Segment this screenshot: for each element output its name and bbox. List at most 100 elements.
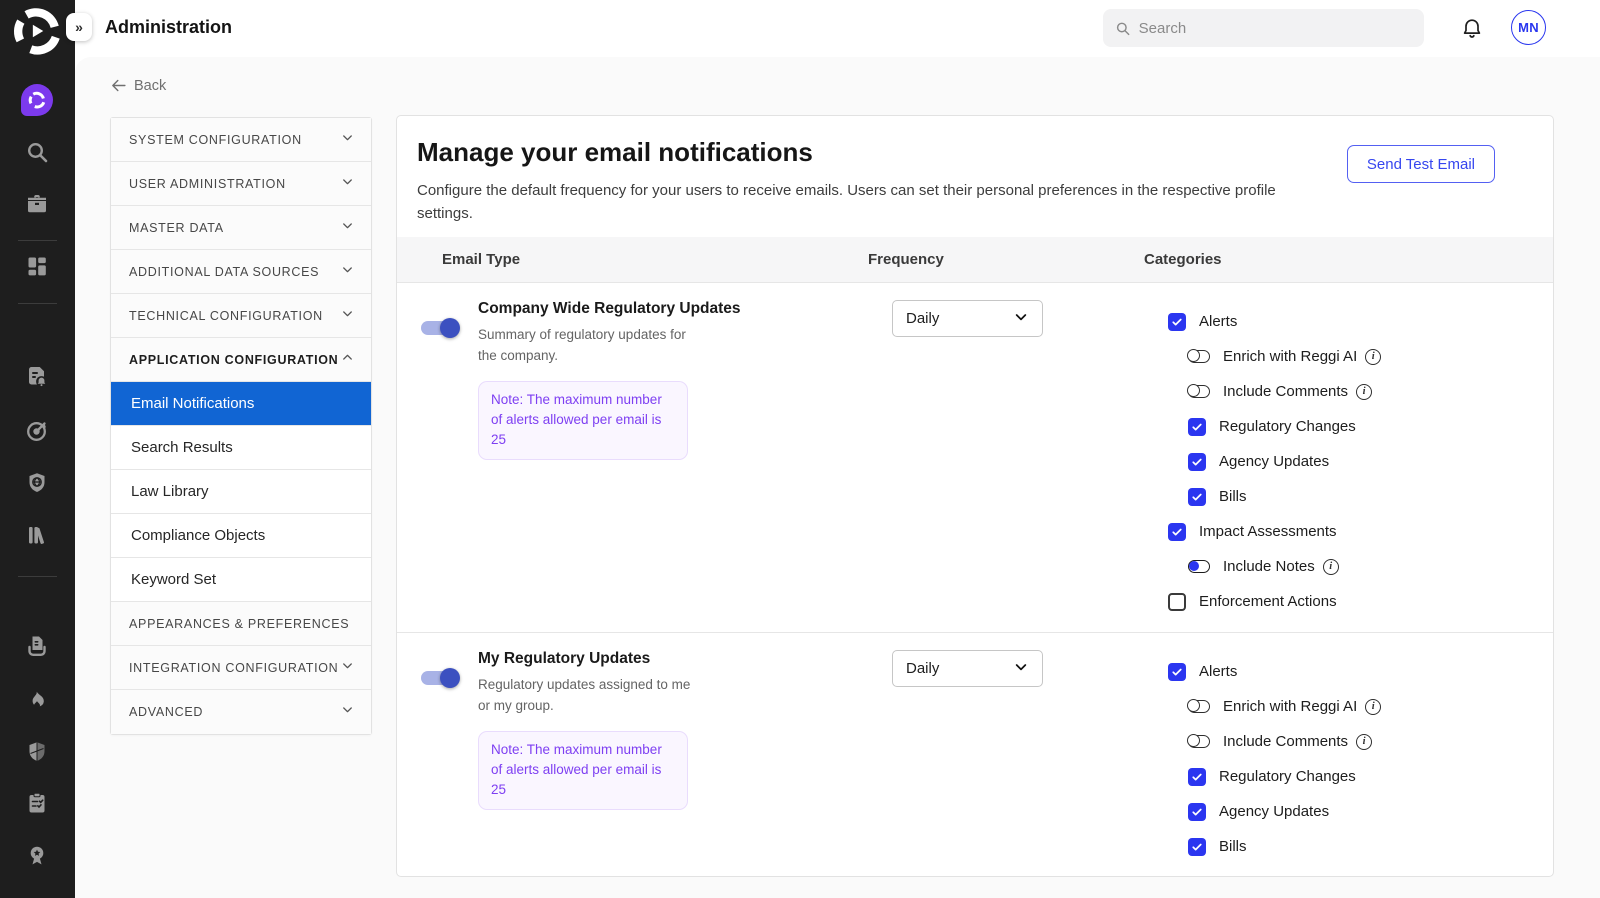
dashboard-icon[interactable] [25, 254, 49, 278]
menu-item-appearances-preferences[interactable]: APPEARANCES & PREFERENCES [111, 602, 371, 646]
back-button[interactable]: Back [110, 77, 166, 94]
award-ribbon-icon[interactable] [25, 844, 49, 868]
category-item: Include Commentsi [1168, 374, 1553, 409]
back-arrow-icon [110, 77, 127, 94]
clipboard-check-icon[interactable] [25, 791, 49, 815]
user-avatar[interactable]: MN [1511, 10, 1546, 45]
toggle-off[interactable] [1188, 385, 1210, 398]
category-item: Regulatory Changes [1168, 409, 1553, 444]
checkbox-checked[interactable] [1188, 768, 1206, 786]
info-icon[interactable]: i [1323, 559, 1339, 575]
table-header: Email Type Frequency Categories [397, 237, 1553, 283]
row-categories-cell: AlertsEnrich with Reggi AIiInclude Comme… [1168, 304, 1553, 632]
check-icon [1191, 806, 1203, 818]
toggle-off[interactable] [1188, 700, 1210, 713]
search-box[interactable] [1103, 9, 1424, 47]
frequency-select[interactable]: Daily [892, 650, 1043, 687]
check-icon [1191, 491, 1203, 503]
toggle-on[interactable] [1188, 560, 1210, 573]
chevron-down-icon [1013, 659, 1029, 675]
category-item: Regulatory Changes [1168, 759, 1553, 794]
checkbox-checked[interactable] [1188, 803, 1206, 821]
check-icon [1191, 841, 1203, 853]
frequency-value: Daily [906, 660, 939, 677]
page-title: Administration [105, 17, 232, 38]
checkbox-checked[interactable] [1188, 418, 1206, 436]
menu-item-keyword-set[interactable]: Keyword Set [111, 558, 371, 602]
menu-item-advanced[interactable]: ADVANCED [111, 690, 371, 734]
checkbox-unchecked[interactable] [1168, 593, 1186, 611]
category-label: Include Notes [1223, 558, 1315, 575]
shield-half-icon[interactable] [25, 740, 49, 764]
checkbox-checked[interactable] [1188, 453, 1206, 471]
target-icon[interactable] [25, 419, 49, 443]
search-input[interactable] [1139, 20, 1412, 37]
category-item: Enrich with Reggi AIi [1168, 339, 1553, 374]
main-region: Administration MN [75, 0, 1600, 898]
settings-menu: SYSTEM CONFIGURATION USER ADMINISTRATION… [110, 117, 372, 735]
rail-divider [18, 303, 57, 304]
library-icon[interactable] [25, 523, 49, 547]
toggle-off[interactable] [1188, 735, 1210, 748]
menu-item-compliance-objects[interactable]: Compliance Objects [111, 514, 371, 558]
menu-item-master-data[interactable]: MASTER DATA [111, 206, 371, 250]
menu-item-additional-data-sources[interactable]: ADDITIONAL DATA SOURCES [111, 250, 371, 294]
toggle-off[interactable] [1188, 350, 1210, 363]
category-item: Enrich with Reggi AIi [1168, 689, 1553, 724]
menu-item-label: MASTER DATA [129, 221, 224, 235]
info-icon[interactable]: i [1365, 349, 1381, 365]
sidebar-expand-button[interactable]: » [66, 13, 92, 41]
frequency-value: Daily [906, 310, 939, 327]
check-icon [1191, 421, 1203, 433]
checkbox-checked[interactable] [1168, 313, 1186, 331]
category-item: Alerts [1168, 304, 1553, 339]
notifications-bell-icon[interactable] [1460, 17, 1484, 41]
column-categories: Categories [1144, 251, 1553, 268]
menu-item-user-administration[interactable]: USER ADMINISTRATION [111, 162, 371, 206]
info-icon[interactable]: i [1356, 384, 1372, 400]
email-type-title: My Regulatory Updates [478, 650, 892, 668]
menu-item-integration-configuration[interactable]: INTEGRATION CONFIGURATION [111, 646, 371, 690]
scanner-alert-icon[interactable] [25, 365, 49, 389]
email-enabled-toggle[interactable] [421, 321, 457, 335]
info-icon[interactable]: i [1356, 734, 1372, 750]
row-categories-cell: AlertsEnrich with Reggi AIiInclude Comme… [1168, 654, 1553, 877]
menu-item-law-library[interactable]: Law Library [111, 470, 371, 514]
menu-item-technical-configuration[interactable]: TECHNICAL CONFIGURATION [111, 294, 371, 338]
category-item: Bills [1168, 829, 1553, 864]
assistant-chat-icon[interactable] [21, 84, 53, 116]
category-label: Enforcement Actions [1199, 593, 1337, 610]
menu-item-system-configuration[interactable]: SYSTEM CONFIGURATION [111, 118, 371, 162]
info-icon[interactable]: i [1365, 699, 1381, 715]
send-test-email-button[interactable]: Send Test Email [1347, 145, 1495, 183]
search-icon[interactable] [25, 140, 49, 164]
column-email-type: Email Type [397, 251, 868, 268]
category-item: Impact Assessments [1168, 514, 1553, 549]
check-icon [1191, 456, 1203, 468]
email-enabled-toggle[interactable] [421, 671, 457, 685]
category-label: Include Comments [1223, 733, 1348, 750]
briefcase-icon[interactable] [25, 192, 49, 216]
shield-globe-icon[interactable] [25, 471, 49, 495]
flame-icon[interactable] [25, 688, 49, 712]
checkbox-checked[interactable] [1188, 838, 1206, 856]
menu-item-email-notifications[interactable]: Email Notifications [111, 382, 371, 426]
checkbox-checked[interactable] [1188, 488, 1206, 506]
table-row: My Regulatory UpdatesRegulatory updates … [397, 632, 1553, 877]
chevron-down-icon [340, 174, 355, 189]
chevron-down-icon [340, 702, 355, 717]
menu-item-search-results[interactable]: Search Results [111, 426, 371, 470]
checkbox-checked[interactable] [1168, 523, 1186, 541]
category-label: Bills [1219, 488, 1247, 505]
frequency-select[interactable]: Daily [892, 300, 1043, 337]
chevron-down-icon [340, 262, 355, 277]
category-label: Impact Assessments [1199, 523, 1337, 540]
menu-item-application-configuration[interactable]: APPLICATION CONFIGURATION [111, 338, 371, 382]
document-tray-icon[interactable] [25, 634, 49, 658]
row-frequency-cell: Daily [892, 650, 1168, 877]
checkbox-checked[interactable] [1168, 663, 1186, 681]
category-item: Bills [1168, 479, 1553, 514]
rail-divider [18, 576, 57, 577]
row-toggle-cell [421, 300, 478, 632]
chevron-up-icon [340, 350, 355, 365]
